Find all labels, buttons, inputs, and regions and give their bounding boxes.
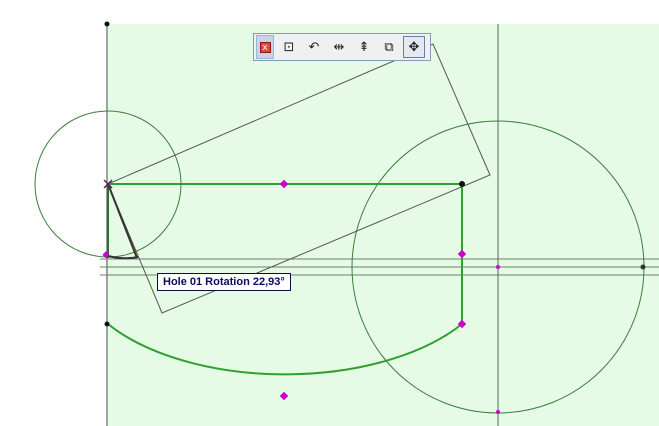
drag-icon: ✥ (408, 39, 420, 55)
hotspot[interactable] (640, 264, 646, 270)
rotate-icon: ↶ (308, 39, 320, 55)
offset-button[interactable]: ⧉ (378, 36, 400, 58)
corner-node[interactable] (104, 321, 110, 327)
close-icon: x (259, 41, 271, 53)
corner-node[interactable] (459, 181, 465, 187)
move-node-icon: ⊡ (283, 39, 295, 55)
hotspot[interactable] (496, 410, 500, 414)
elevate-button[interactable]: ⇞ (353, 36, 375, 58)
move-node-button[interactable]: ⊡ (278, 36, 300, 58)
rotation-tooltip: Hole 01 Rotation 22,93° (157, 273, 291, 291)
work-area (108, 24, 659, 426)
mirror-icon: ⇹ (333, 39, 345, 55)
drag-button[interactable]: ✥ (403, 36, 425, 58)
drawing-canvas[interactable] (0, 0, 659, 426)
pet-palette-toolbar: x ⊡ ↶ ⇹ ⇞ ⧉ ✥ (253, 33, 431, 61)
mirror-button[interactable]: ⇹ (328, 36, 350, 58)
offset-icon: ⧉ (384, 39, 394, 55)
hotspot[interactable] (496, 265, 500, 269)
close-button[interactable]: x (256, 35, 274, 59)
corner-node[interactable] (104, 21, 110, 27)
elevate-icon: ⇞ (358, 39, 370, 55)
rotate-button[interactable]: ↶ (303, 36, 325, 58)
